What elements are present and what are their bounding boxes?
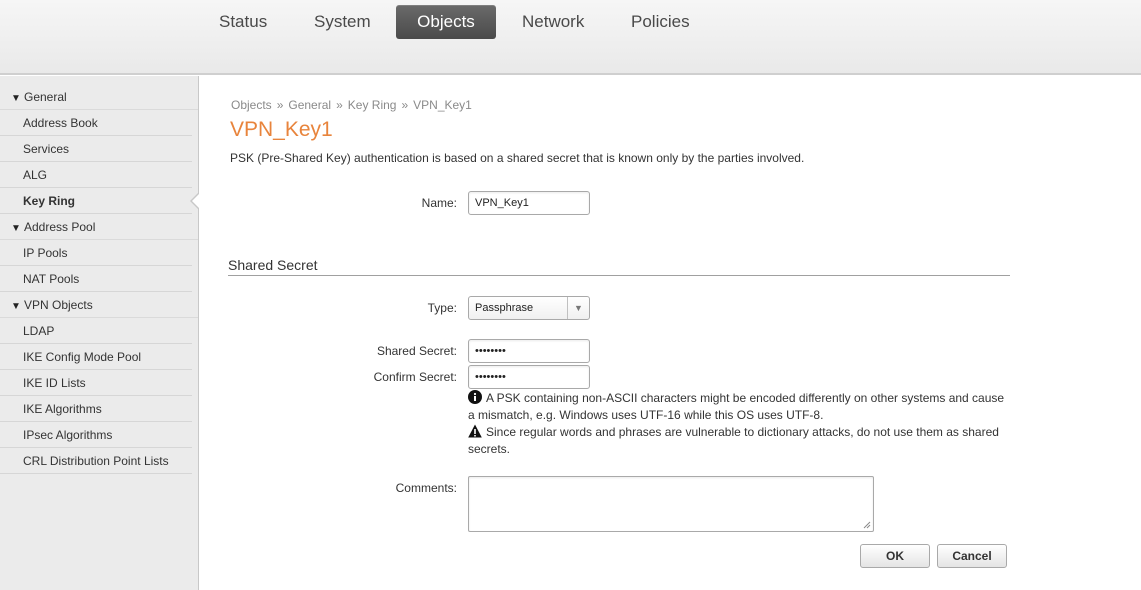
tab-objects[interactable]: Objects xyxy=(396,5,496,39)
name-input[interactable] xyxy=(468,191,590,215)
sidebar-item-ike-config-mode-pool[interactable]: IKE Config Mode Pool xyxy=(0,344,192,370)
breadcrumb-objects[interactable]: Objects xyxy=(231,98,272,112)
sidebar-group-label: VPN Objects xyxy=(24,298,93,312)
breadcrumb-general[interactable]: General xyxy=(288,98,331,112)
sidebar-group-vpn-objects[interactable]: ▼ VPN Objects xyxy=(0,292,198,318)
main-content: Objects» General» Key Ring» VPN_Key1 VPN_Ke… xyxy=(200,76,1141,590)
sidebar-item-alg[interactable]: ALG xyxy=(0,162,192,188)
sidebar-group-label: General xyxy=(24,90,67,104)
sidebar-item-crl-distribution-point-lists[interactable]: CRL Distribution Point Lists xyxy=(0,448,192,474)
top-navigation-bar: Status System Objects Network Policies xyxy=(0,0,1141,75)
warning-note: Since regular words and phrases are vuln… xyxy=(468,424,1008,458)
sidebar-item-ike-id-lists[interactable]: IKE ID Lists xyxy=(0,370,192,396)
breadcrumb: Objects » General » Key Ring » VPN_Key1 xyxy=(231,98,472,112)
collapse-triangle-icon: ▼ xyxy=(11,301,21,312)
sidebar-item-key-ring[interactable]: Key Ring xyxy=(0,188,199,214)
breadcrumb-separator: » xyxy=(336,98,343,112)
sidebar-item-ldap[interactable]: LDAP xyxy=(0,318,192,344)
ok-button[interactable]: OK xyxy=(860,544,930,568)
comments-textarea[interactable] xyxy=(468,476,874,532)
name-label: Name: xyxy=(421,196,457,210)
warning-note-text: Since regular words and phrases are vuln… xyxy=(468,425,999,456)
chevron-down-icon[interactable]: ▼ xyxy=(567,297,589,319)
sidebar-group-address-pool[interactable]: ▼ Address Pool xyxy=(0,214,198,240)
info-icon xyxy=(468,390,482,404)
sidebar-group-general[interactable]: ▼ General xyxy=(0,84,198,110)
info-note: A PSK containing non-ASCII characters mi… xyxy=(468,390,1008,424)
comments-label: Comments: xyxy=(395,481,457,495)
confirm-secret-input[interactable] xyxy=(468,365,590,389)
tab-status[interactable]: Status xyxy=(198,5,288,39)
breadcrumb-key-ring[interactable]: Key Ring xyxy=(348,98,397,112)
shared-secret-input[interactable] xyxy=(468,339,590,363)
collapse-triangle-icon: ▼ xyxy=(11,223,21,234)
tab-network[interactable]: Network xyxy=(501,5,605,39)
shared-secret-section-title: Shared Secret xyxy=(228,257,1010,276)
sidebar: ▼ General Address Book Services ALG Key R… xyxy=(0,76,199,590)
sidebar-item-ipsec-algorithms[interactable]: IPsec Algorithms xyxy=(0,422,192,448)
sidebar-group-label: Address Pool xyxy=(24,220,96,234)
resize-grip-icon[interactable] xyxy=(863,521,871,529)
confirm-secret-label: Confirm Secret: xyxy=(373,370,457,384)
tab-policies[interactable]: Policies xyxy=(610,5,711,39)
sidebar-item-services[interactable]: Services xyxy=(0,136,192,162)
type-label: Type: xyxy=(427,301,457,315)
breadcrumb-current: VPN_Key1 xyxy=(413,98,472,112)
shared-secret-label: Shared Secret: xyxy=(376,344,457,358)
type-select-value: Passphrase xyxy=(475,302,534,314)
breadcrumb-separator: » xyxy=(401,98,409,112)
sidebar-item-nat-pools[interactable]: NAT Pools xyxy=(0,266,192,292)
page-title: VPN_Key1 xyxy=(230,118,333,141)
breadcrumb-separator: » xyxy=(276,98,284,112)
type-select[interactable]: Passphrase ▼ xyxy=(468,296,590,320)
warning-icon xyxy=(468,424,482,438)
cancel-button[interactable]: Cancel xyxy=(937,544,1007,568)
sidebar-item-ike-algorithms[interactable]: IKE Algorithms xyxy=(0,396,192,422)
page-description: PSK (Pre-Shared Key) authentication is b… xyxy=(230,151,805,165)
info-note-text: A PSK containing non-ASCII characters mi… xyxy=(468,391,1005,422)
collapse-triangle-icon: ▼ xyxy=(11,93,21,104)
tab-system[interactable]: System xyxy=(293,5,392,39)
sidebar-item-address-book[interactable]: Address Book xyxy=(0,110,192,136)
sidebar-item-ip-pools[interactable]: IP Pools xyxy=(0,240,192,266)
